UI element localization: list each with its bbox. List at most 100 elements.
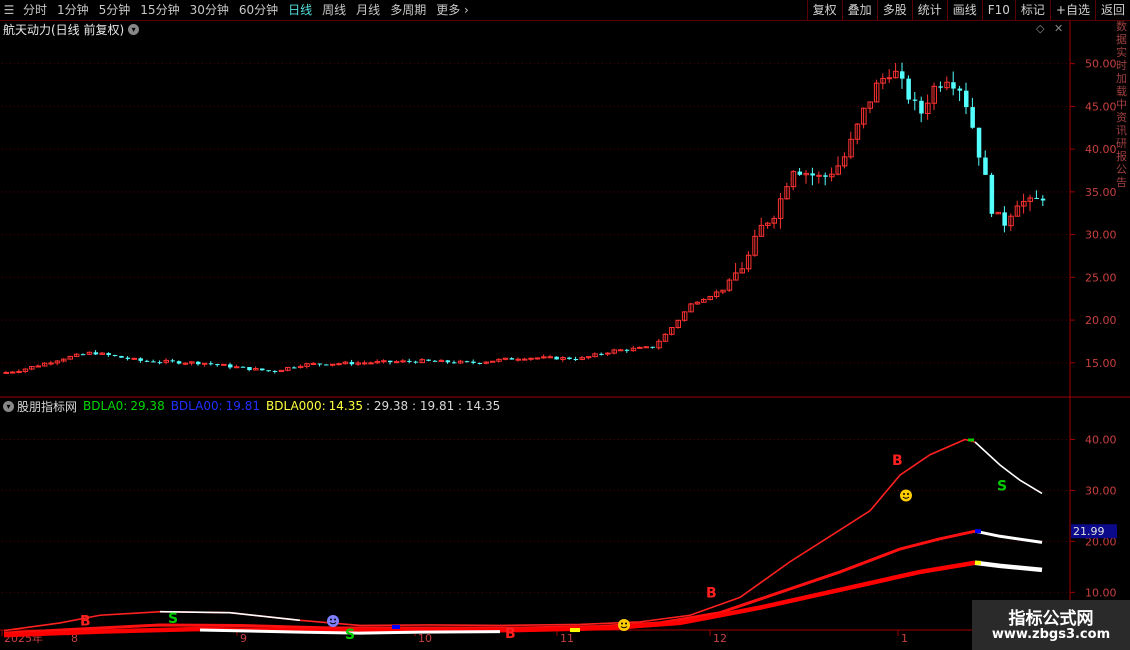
candle-body-down <box>260 368 265 371</box>
candle-body-up <box>489 360 496 363</box>
x-month-label: 11 <box>560 632 574 645</box>
bdla000-line-tail <box>974 560 1043 573</box>
candle-body-down <box>272 370 278 372</box>
sell-signal-s: S <box>345 627 355 643</box>
candle-body-down <box>1002 212 1007 226</box>
candle-body-up <box>816 174 822 177</box>
smiley-icon-eye <box>903 493 905 496</box>
candle-body-up <box>637 346 643 349</box>
candle-body-down <box>349 362 355 365</box>
candle-body-down <box>452 362 457 364</box>
candle-body-up <box>3 371 9 374</box>
main-y-tick-label: 45.00 <box>1085 100 1117 113</box>
candle-body-down <box>413 361 419 363</box>
smiley-icon-eye <box>625 622 627 625</box>
candle-body-down <box>112 355 118 357</box>
candle-body-up <box>48 362 54 365</box>
sad-face-icon <box>327 615 339 627</box>
candle-body-down <box>1040 198 1046 201</box>
main-y-tick-label: 50.00 <box>1085 58 1117 71</box>
candle-body-up <box>329 363 336 366</box>
indicator-y-tick-label: 30.00 <box>1085 484 1117 497</box>
candle-body-down <box>650 346 655 348</box>
candle-body-down <box>624 349 630 351</box>
candle-body-down <box>983 157 988 175</box>
candle-body-down <box>938 86 943 88</box>
candle-body-down <box>228 364 233 368</box>
candle-body-down <box>797 171 803 175</box>
candle-body-down <box>119 355 124 358</box>
stock-chart[interactable]: 50.00 45.00 40.00 35.00 30.00 25.00 20.00 15.00… <box>0 0 1130 650</box>
candle-body-up <box>131 357 137 360</box>
signal-blue-dot <box>392 624 400 629</box>
candle-body-down <box>1034 197 1039 199</box>
signal-blue-dot <box>975 529 981 534</box>
candle-body-up <box>886 77 893 80</box>
candle-body-up <box>534 357 541 360</box>
candle-body-down <box>599 353 604 355</box>
candle-body-down <box>919 100 924 114</box>
candle-body-down <box>196 361 201 365</box>
candle-body-up <box>35 365 41 368</box>
candle-body-down <box>80 354 86 356</box>
candle-body-down <box>170 360 175 362</box>
candle-body-down <box>810 173 815 176</box>
candle-body-up <box>221 363 227 366</box>
sell-signal-s: S <box>997 478 1007 494</box>
candle-body-down <box>970 107 975 128</box>
watermark-url: www.zbgs3.com <box>991 627 1111 642</box>
main-y-tick-label: 20.00 <box>1085 314 1117 327</box>
candle-body-up <box>617 349 624 352</box>
bdla0-line-white <box>159 610 301 622</box>
candle-body-down <box>464 361 470 363</box>
candle-body-down <box>445 360 451 363</box>
candle-body-down <box>573 359 579 361</box>
site-watermark: 指标公式网 www.zbgs3.com <box>972 600 1130 650</box>
candle-body-up <box>182 362 189 365</box>
right-strip-text: 数据实时加载中资讯研报公告 <box>1116 20 1127 189</box>
candle-body-up <box>521 358 528 361</box>
candle-body-up <box>9 371 16 374</box>
candle-body-down <box>432 360 438 362</box>
watermark-title: 指标公式网 <box>1008 609 1094 629</box>
buy-signal-b: B <box>505 626 516 642</box>
current-value-label: 21.99 <box>1073 525 1105 538</box>
candle-body-down <box>317 363 323 365</box>
candle-body-up <box>233 366 240 369</box>
candle-body-down <box>407 360 412 362</box>
candle-body-up <box>361 362 368 365</box>
candle-body-down <box>240 366 246 368</box>
right-info-strip: 数据实时加载中资讯研报公告 <box>1116 20 1130 397</box>
indicator-y-tick-label: 10.00 <box>1085 586 1117 599</box>
smiley-icon-eye <box>907 493 909 496</box>
candle-body-up <box>368 362 374 365</box>
candle-body-down <box>951 82 956 89</box>
main-y-tick-label: 40.00 <box>1085 143 1117 156</box>
candle-body-down <box>144 360 150 362</box>
candle-body-up <box>400 360 406 363</box>
candle-body-down <box>567 357 572 360</box>
candle-body-down <box>471 361 476 363</box>
candle-body-down <box>477 362 483 364</box>
candle-body-down <box>964 90 969 108</box>
signal-yellow-dot <box>570 628 580 633</box>
buy-signal-b: B <box>706 585 717 601</box>
buy-signal-b: B <box>80 613 91 629</box>
candle-body-down <box>906 78 911 100</box>
candle-body-down <box>324 364 329 366</box>
x-month-label: 10 <box>418 632 432 645</box>
candle-body-up <box>528 357 534 360</box>
candle-body-down <box>976 127 982 158</box>
candle-body-down <box>215 364 220 366</box>
candle-body-down <box>292 367 297 369</box>
sad-face-icon-eye <box>330 618 332 621</box>
candle-body-down <box>912 99 918 101</box>
main-y-tick-label: 25.00 <box>1085 271 1117 284</box>
main-y-tick-label: 30.00 <box>1085 229 1117 242</box>
candle-body-down <box>151 361 156 363</box>
indicator-y-tick-label: 40.00 <box>1085 433 1117 446</box>
buy-signal-b: B <box>892 453 903 469</box>
candle-body-down <box>157 362 163 364</box>
signal-yellow-dot <box>975 560 981 565</box>
main-y-tick-label: 15.00 <box>1085 357 1117 370</box>
